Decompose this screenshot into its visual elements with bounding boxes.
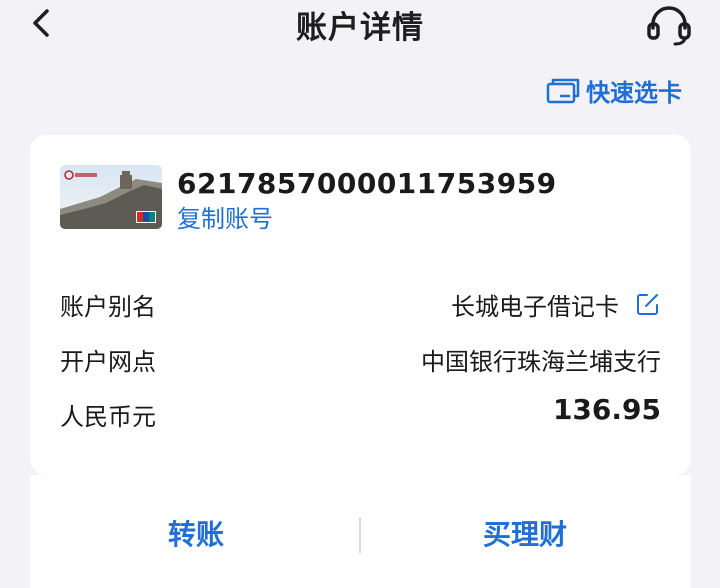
account-card: 6217857000011753959 复制账号 账户别名 长城电子借记卡 开户… (30, 135, 691, 475)
customer-service-button[interactable] (644, 4, 694, 48)
balance-row: 人民币元 136.95 (60, 393, 661, 433)
buy-finance-button[interactable]: 买理财 (425, 513, 625, 553)
quick-select-card-button[interactable]: 快速选卡 (546, 72, 682, 108)
transfer-button[interactable]: 转账 (96, 513, 296, 553)
headset-icon (647, 6, 691, 46)
alias-row: 账户别名 长城电子借记卡 (60, 283, 661, 323)
page-title: 账户详情 (296, 10, 424, 46)
alias-label: 账户别名 (60, 293, 156, 321)
balance-value: 136.95 (552, 393, 661, 426)
alias-value: 长城电子借记卡 (451, 293, 619, 321)
edit-icon (637, 294, 658, 315)
branch-value: 中国银行珠海兰埔支行 (421, 348, 661, 376)
edit-alias-button[interactable] (635, 291, 661, 317)
branch-label: 开户网点 (60, 348, 156, 376)
card-stack-icon (546, 78, 580, 104)
action-divider (359, 517, 361, 553)
account-number: 6217857000011753959 (177, 167, 557, 200)
action-bar: 转账 买理财 (30, 475, 691, 588)
quick-select-label: 快速选卡 (586, 78, 682, 107)
currency-label: 人民币元 (60, 403, 156, 431)
bank-card-thumbnail (60, 165, 162, 229)
branch-row: 开户网点 中国银行珠海兰埔支行 (60, 338, 661, 378)
copy-account-number-link[interactable]: 复制账号 (177, 199, 273, 234)
top-bar: 账户详情 (0, 0, 720, 48)
